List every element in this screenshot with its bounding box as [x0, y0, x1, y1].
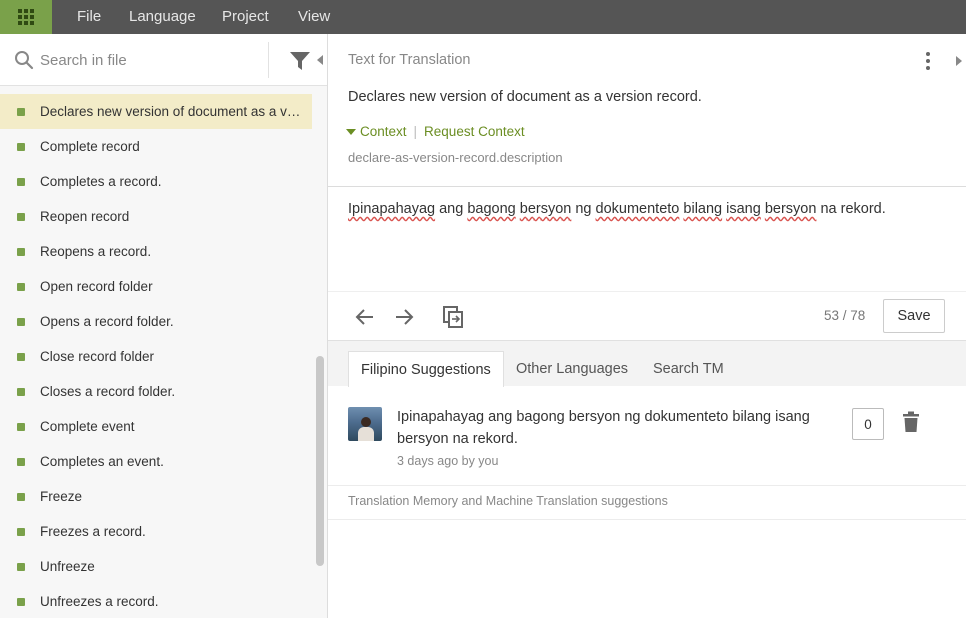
divider — [328, 186, 966, 187]
list-item-label: Unfreezes a record. — [40, 594, 159, 609]
list-item[interactable]: Freezes a record. — [0, 514, 312, 549]
list-item-label: Close record folder — [40, 349, 155, 364]
tab-other-languages[interactable]: Other Languages — [516, 351, 628, 387]
previous-button[interactable] — [350, 302, 380, 332]
list-scrollbar[interactable] — [316, 356, 324, 566]
menu-project[interactable]: Project — [222, 8, 269, 25]
search-input[interactable] — [40, 50, 260, 70]
list-item-label: Completes an event. — [40, 454, 164, 469]
status-dot — [17, 177, 25, 186]
filter-icon[interactable] — [289, 50, 311, 72]
arrow-right-icon — [396, 309, 414, 325]
list-item[interactable]: Complete event — [0, 409, 312, 444]
list-item-label: Freeze — [40, 489, 83, 504]
source-text: Declares new version of document as a ve… — [348, 89, 702, 105]
list-item[interactable]: Complete record — [0, 129, 312, 164]
suggestion-meta: 3 days ago by you — [397, 454, 499, 468]
editor-panel: Text for Translation Declares new versio… — [328, 34, 966, 618]
apps-grid-button[interactable] — [0, 0, 52, 34]
list-item-label: Completes a record. — [40, 174, 162, 189]
collapse-left-panel-button[interactable] — [312, 34, 328, 86]
list-item-label: Closes a record folder. — [40, 384, 176, 399]
list-item-label: Opens a record folder. — [40, 314, 174, 329]
menu-view[interactable]: View — [298, 8, 330, 25]
chevron-right-icon[interactable] — [952, 50, 966, 72]
list-item[interactable]: Opens a record folder. — [0, 304, 312, 339]
string-list-panel: Declares new version of document as a ve… — [0, 34, 328, 618]
list-item[interactable]: Completes a record. — [0, 164, 312, 199]
tab-search-tm[interactable]: Search TM — [653, 351, 724, 387]
list-item[interactable]: Reopens a record. — [0, 234, 312, 269]
status-dot — [17, 142, 25, 151]
request-context-link[interactable]: Request Context — [424, 124, 525, 139]
list-item-label: Freezes a record. — [40, 524, 146, 539]
list-item-label: Open record folder — [40, 279, 153, 294]
tm-note: Translation Memory and Machine Translati… — [348, 494, 668, 508]
status-dot — [17, 247, 25, 256]
list-item[interactable]: Completes an event. — [0, 444, 312, 479]
context-label: Context — [360, 124, 407, 139]
copy-source-button[interactable] — [438, 302, 468, 332]
list-item-label: Complete record — [40, 139, 140, 154]
next-button[interactable] — [389, 302, 419, 332]
context-separator: | — [413, 124, 418, 139]
list-item[interactable]: Declares new version of document as a ve… — [0, 94, 312, 129]
string-counter: 53 / 78 — [824, 308, 866, 323]
suggestion-item[interactable]: Ipinapahayag ang bagong bersyon ng dokum… — [328, 386, 966, 486]
list-item-label: Reopens a record. — [40, 244, 152, 259]
list-item-label: Declares new version of document as a ve… — [40, 104, 302, 119]
list-item-label: Reopen record — [40, 209, 130, 224]
status-dot — [17, 212, 25, 221]
list-item[interactable]: Closes a record folder. — [0, 374, 312, 409]
trash-icon[interactable] — [902, 411, 920, 433]
list-item[interactable]: Reopen record — [0, 199, 312, 234]
list-item[interactable]: Unfreezes a record. — [0, 584, 312, 618]
status-dot — [17, 492, 25, 501]
search-icon — [15, 51, 34, 70]
list-item[interactable]: Open record folder — [0, 269, 312, 304]
status-dot — [17, 562, 25, 571]
menu-language[interactable]: Language — [129, 8, 196, 25]
string-key: declare-as-version-record.description — [348, 150, 563, 165]
menu-file[interactable]: File — [77, 8, 101, 25]
divider — [328, 291, 966, 292]
arrow-left-icon — [355, 309, 373, 325]
status-dot — [17, 457, 25, 466]
tab-filipino-suggestions[interactable]: Filipino Suggestions — [348, 351, 504, 387]
list-item-label: Unfreeze — [40, 559, 95, 574]
chevron-left-icon — [317, 55, 323, 65]
top-menu-bar: File Language Project View — [0, 0, 966, 34]
list-item-label: Complete event — [40, 419, 135, 434]
search-divider — [268, 42, 269, 78]
status-dot — [17, 352, 25, 361]
context-row: Context | Request Context — [346, 124, 525, 139]
divider — [328, 519, 966, 520]
status-dot — [17, 387, 25, 396]
list-item[interactable]: Freeze — [0, 479, 312, 514]
copy-icon — [443, 306, 463, 328]
translation-textarea[interactable]: Ipinapahayag ang bagong bersyon ng dokum… — [348, 201, 886, 217]
list-item[interactable]: Unfreeze — [0, 549, 312, 584]
status-dot — [17, 282, 25, 291]
search-bar — [0, 34, 327, 86]
context-toggle[interactable]: Context — [346, 124, 407, 139]
string-list: Declares new version of document as a ve… — [0, 94, 312, 618]
status-dot — [17, 527, 25, 536]
status-dot — [17, 107, 25, 116]
suggestion-tabs: Filipino Suggestions Other Languages Sea… — [328, 340, 966, 387]
vote-count[interactable]: 0 — [852, 408, 884, 440]
list-item[interactable]: Close record folder — [0, 339, 312, 374]
caret-down-icon — [346, 128, 356, 135]
save-button[interactable]: Save — [883, 299, 945, 333]
status-dot — [17, 597, 25, 606]
status-dot — [17, 422, 25, 431]
source-header: Text for Translation — [348, 52, 471, 68]
suggestion-text: Ipinapahayag ang bagong bersyon ng dokum… — [397, 409, 810, 447]
grid-icon — [18, 9, 34, 25]
status-dot — [17, 317, 25, 326]
avatar — [348, 407, 382, 441]
more-options-icon[interactable] — [920, 50, 936, 72]
